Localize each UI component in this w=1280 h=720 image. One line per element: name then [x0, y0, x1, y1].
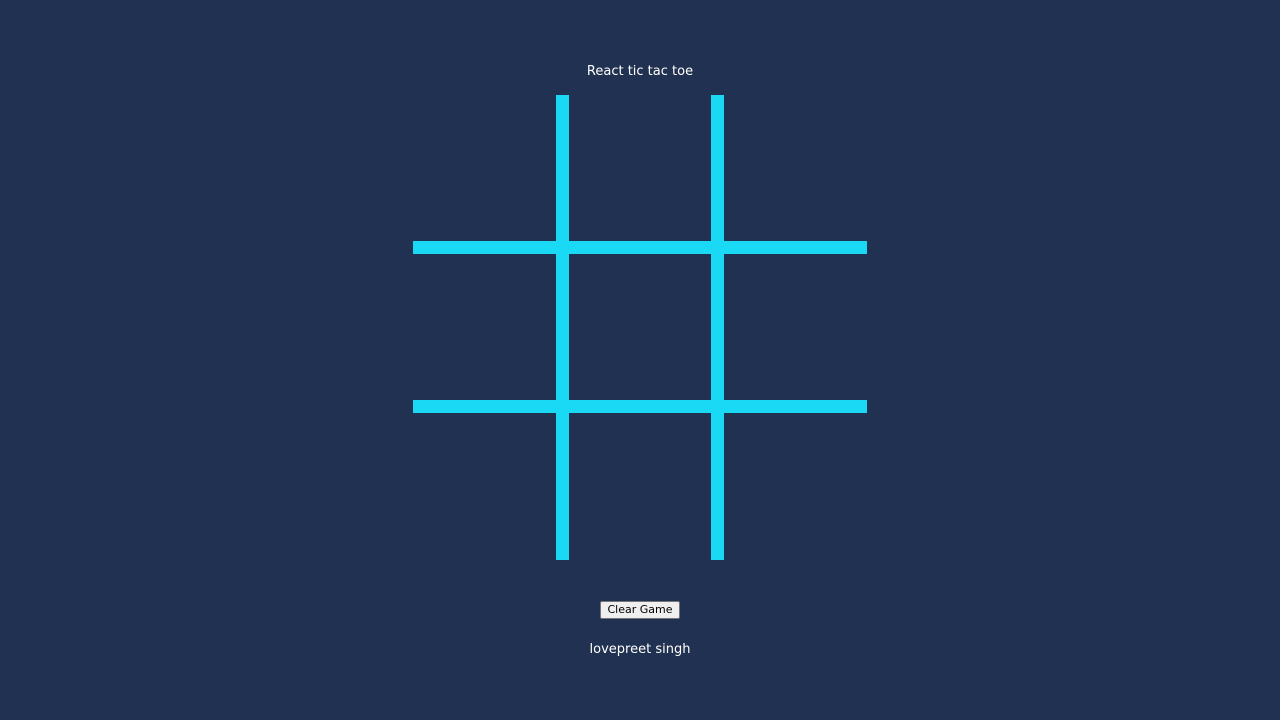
clear-game-button[interactable]: Clear Game — [600, 601, 680, 619]
board-cell-9[interactable] — [724, 413, 867, 560]
board-cell-2[interactable] — [569, 95, 711, 241]
game-board — [413, 95, 867, 560]
author-credit: lovepreet singh — [589, 642, 691, 657]
grid-line-vertical-left — [556, 95, 569, 560]
board-cell-6[interactable] — [724, 254, 867, 400]
controls: Clear Game — [0, 598, 1280, 619]
board-cell-7[interactable] — [413, 413, 556, 560]
board-cell-1[interactable] — [413, 95, 556, 241]
grid-line-vertical-right — [711, 95, 724, 560]
board-cell-3[interactable] — [724, 95, 867, 241]
board-cell-8[interactable] — [569, 413, 711, 560]
grid-line-horizontal-bottom — [413, 400, 867, 413]
grid-line-horizontal-top — [413, 241, 867, 254]
page-title: React tic tac toe — [586, 64, 694, 79]
board-cell-5[interactable] — [569, 254, 711, 400]
board-cell-4[interactable] — [413, 254, 556, 400]
